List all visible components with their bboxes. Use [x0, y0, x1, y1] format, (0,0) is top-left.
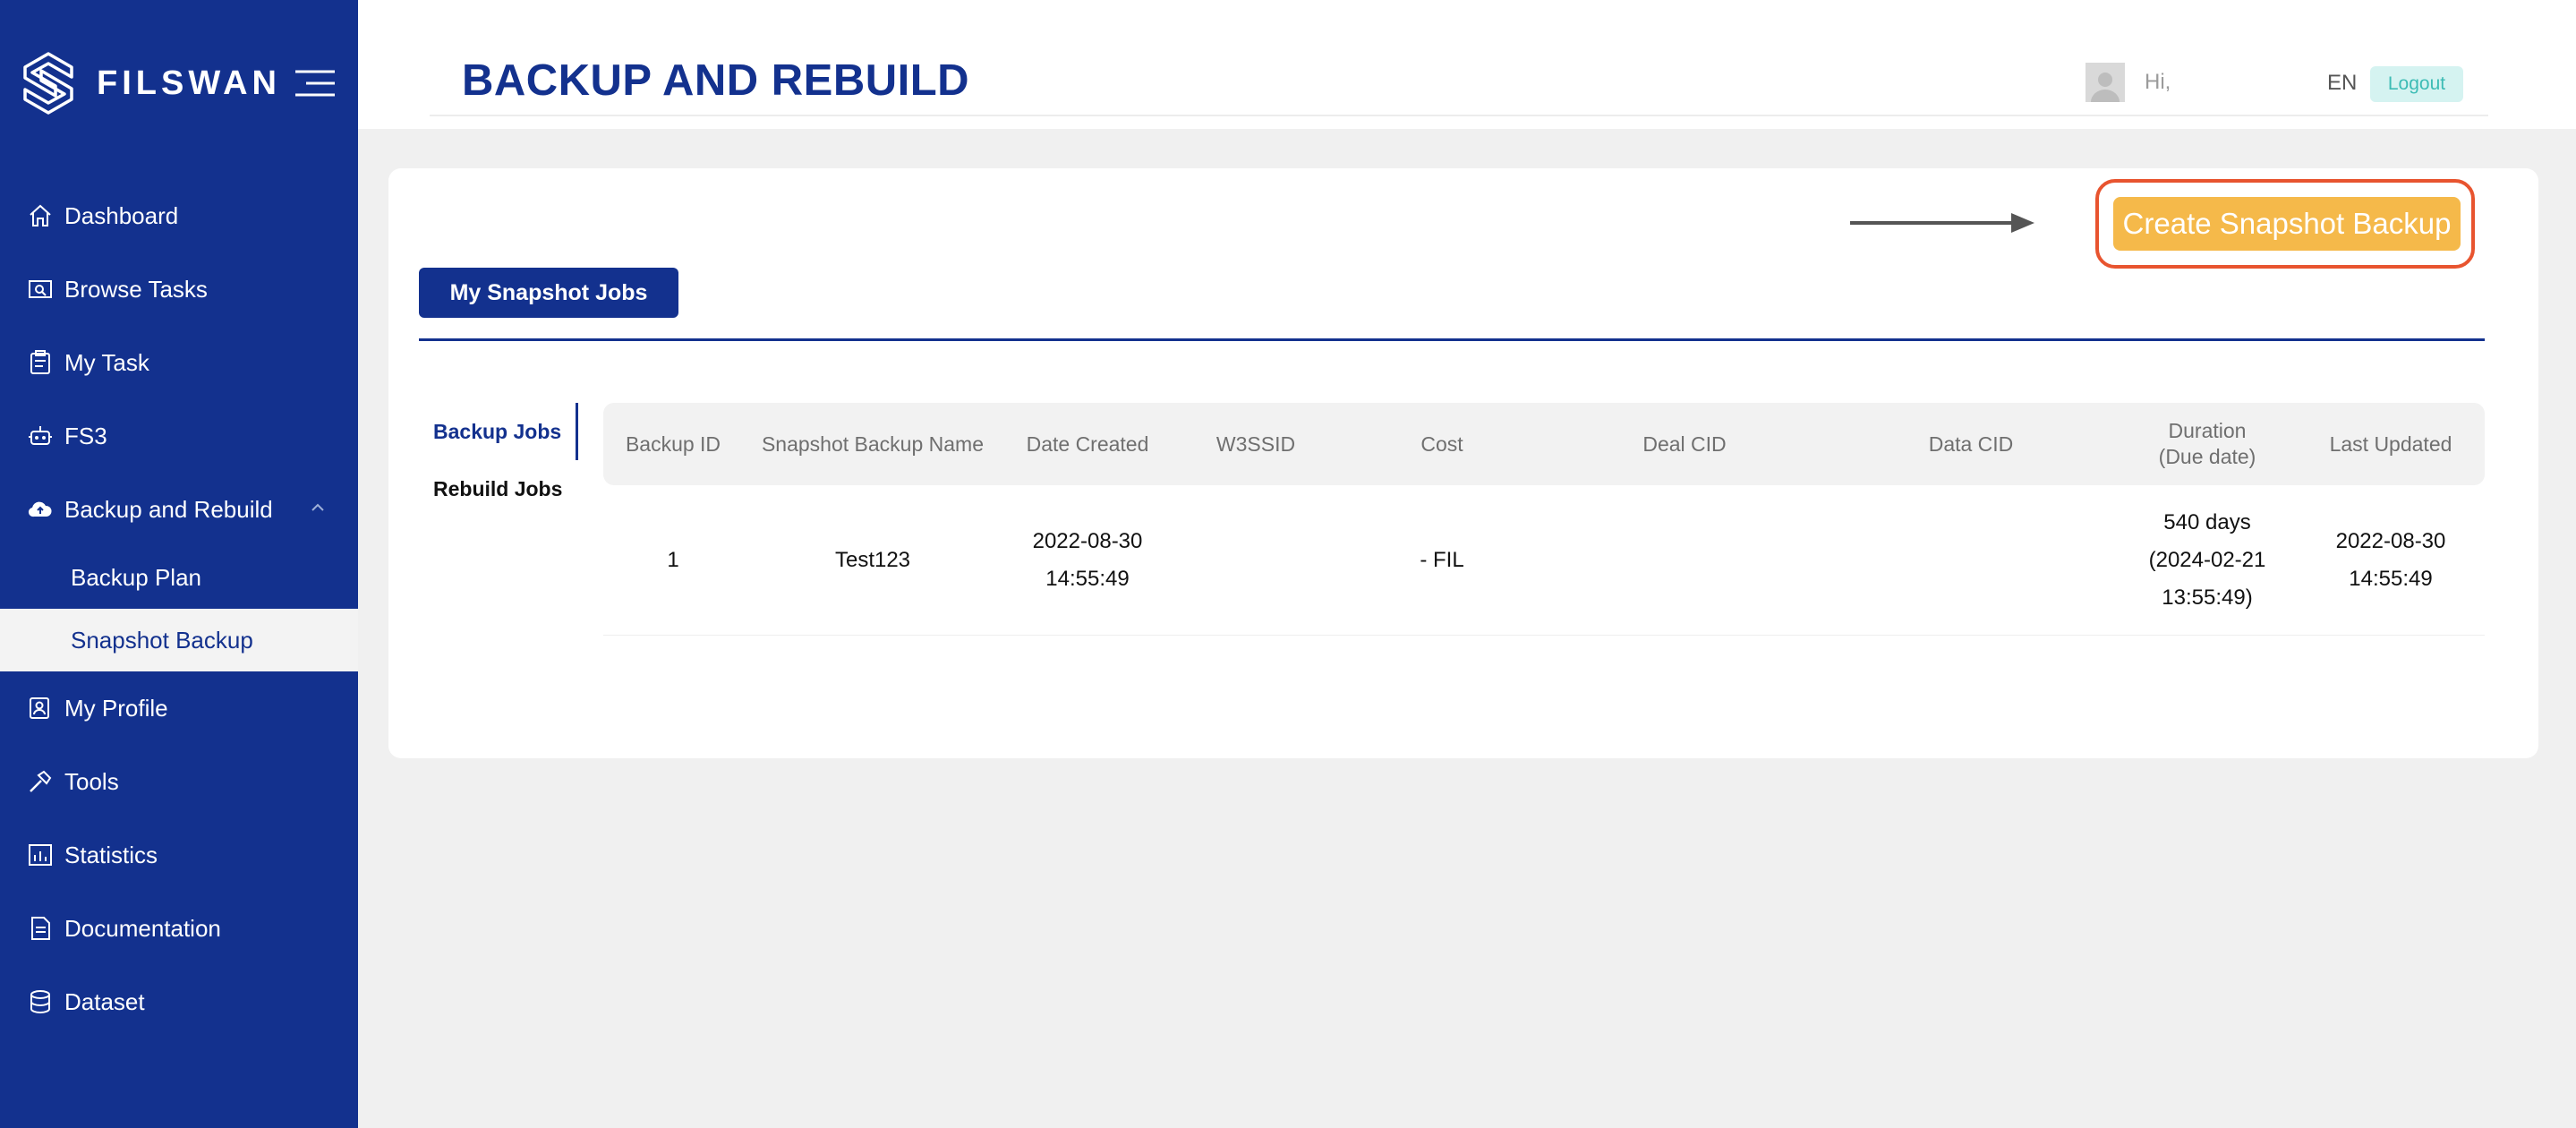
- sidebar-item-statistics[interactable]: Statistics: [0, 818, 358, 892]
- duration-header-line2: (Due date): [2158, 445, 2256, 468]
- arrow-right-icon: [1850, 213, 2034, 233]
- user-greeting: Hi,: [2145, 70, 2171, 94]
- cell-name: Test123: [834, 547, 911, 572]
- tab-backup-jobs[interactable]: Backup Jobs: [419, 403, 578, 460]
- column-header-deal-cid: Deal CID: [1642, 432, 1727, 456]
- sidebar-item-label: Backup and Rebuild: [64, 495, 273, 523]
- brand-name: FILSWAN: [97, 64, 281, 102]
- create-button-highlight: Create Snapshot Backup: [2095, 179, 2475, 269]
- hammer-icon: [27, 768, 54, 795]
- sidebar-item-dashboard[interactable]: Dashboard: [0, 179, 358, 252]
- sidebar: FILSWAN Dashboard Browse Tasks My Task F…: [0, 0, 358, 1128]
- snapshot-jobs-table: Backup ID Snapshot Backup Name Date Crea…: [603, 403, 2485, 636]
- cell-date-created-date: 2022-08-30: [1032, 528, 1143, 553]
- cell-duration: 540 days (2024-02-21 13:55:49): [2118, 504, 2297, 617]
- cell-backup-id: 1: [667, 547, 679, 572]
- table-row[interactable]: 1 Test123 2022-08-30 14:55:49 - FIL 540 …: [603, 485, 2485, 636]
- sidebar-subitem-label: Backup Plan: [71, 563, 201, 591]
- create-snapshot-backup-button[interactable]: Create Snapshot Backup: [2113, 197, 2461, 251]
- sidebar-item-label: Browse Tasks: [64, 275, 208, 303]
- avatar[interactable]: [2086, 63, 2125, 102]
- column-header-name: Snapshot Backup Name: [761, 432, 985, 456]
- sidebar-item-browse-tasks[interactable]: Browse Tasks: [0, 252, 358, 326]
- sidebar-item-label: Tools: [64, 767, 119, 795]
- cell-last-updated-date: 2022-08-30: [2335, 528, 2446, 553]
- column-header-last-updated: Last Updated: [2329, 432, 2452, 456]
- database-icon: [27, 988, 54, 1015]
- duration-header-line1: Duration: [2168, 419, 2247, 442]
- column-header-cost: Cost: [1420, 432, 1463, 456]
- sidebar-nav: Dashboard Browse Tasks My Task FS3 Backu…: [0, 179, 358, 1038]
- sidebar-item-tools[interactable]: Tools: [0, 745, 358, 818]
- cell-cost: - FIL: [1420, 547, 1464, 572]
- header-divider: [430, 115, 2488, 116]
- sidebar-item-label: Statistics: [64, 841, 158, 868]
- cloud-upload-icon: [27, 496, 54, 523]
- cell-duration-days: 540 days: [2163, 509, 2251, 534]
- job-type-tabs: Backup Jobs Rebuild Jobs: [419, 403, 578, 517]
- cell-date-created-time: 14:55:49: [1045, 566, 1130, 591]
- cell-duration-due-time: 13:55:49): [2162, 585, 2253, 610]
- sidebar-item-documentation[interactable]: Documentation: [0, 892, 358, 965]
- home-icon: [27, 202, 54, 229]
- chevron-up-icon: [311, 503, 324, 511]
- sidebar-subitem-snapshot-backup[interactable]: Snapshot Backup: [0, 609, 358, 671]
- sidebar-item-label: Dataset: [64, 987, 145, 1015]
- logout-button[interactable]: Logout: [2370, 66, 2463, 102]
- column-header-date-created: Date Created: [1026, 432, 1149, 456]
- sidebar-item-label: Documentation: [64, 914, 221, 942]
- column-header-w3ssid: W3SSID: [1215, 432, 1296, 456]
- menu-toggle-icon[interactable]: [294, 68, 337, 98]
- sidebar-item-label: My Profile: [64, 694, 168, 722]
- column-header-backup-id: Backup ID: [625, 432, 721, 456]
- cell-date-created: 2022-08-30 14:55:49: [1002, 523, 1173, 598]
- cell-duration-due-date: (2024-02-21: [2148, 547, 2266, 572]
- sidebar-item-dataset[interactable]: Dataset: [0, 965, 358, 1038]
- tab-my-snapshot-jobs[interactable]: My Snapshot Jobs: [419, 268, 678, 318]
- clipboard-icon: [27, 349, 54, 376]
- sidebar-item-my-profile[interactable]: My Profile: [0, 671, 358, 745]
- sidebar-item-my-task[interactable]: My Task: [0, 326, 358, 399]
- column-header-data-cid: Data CID: [1928, 432, 2014, 456]
- cell-last-updated: 2022-08-30 14:55:49: [2297, 523, 2485, 598]
- main-card: Create Snapshot Backup My Snapshot Jobs …: [388, 168, 2538, 758]
- document-icon: [27, 915, 54, 942]
- language-switch[interactable]: EN: [2327, 71, 2357, 96]
- tab-underline: [419, 338, 2485, 341]
- robot-icon: [27, 423, 54, 449]
- browse-icon: [27, 276, 54, 303]
- sidebar-item-label: My Task: [64, 348, 149, 376]
- sidebar-item-label: FS3: [64, 422, 107, 449]
- filswan-logo-icon: [23, 52, 73, 115]
- user-icon: [2091, 73, 2120, 102]
- sidebar-subitem-backup-plan[interactable]: Backup Plan: [0, 546, 358, 609]
- tab-rebuild-jobs[interactable]: Rebuild Jobs: [419, 460, 578, 517]
- table-header: Backup ID Snapshot Backup Name Date Crea…: [603, 403, 2485, 485]
- column-header-duration: Duration (Due date): [2118, 418, 2297, 470]
- sidebar-item-label: Dashboard: [64, 201, 179, 229]
- page-title: BACKUP AND REBUILD: [462, 56, 970, 105]
- sidebar-item-backup-and-rebuild[interactable]: Backup and Rebuild: [0, 473, 358, 546]
- sidebar-item-fs3[interactable]: FS3: [0, 399, 358, 473]
- cell-last-updated-time: 14:55:49: [2349, 566, 2433, 591]
- header: BACKUP AND REBUILD Hi, EN Logout: [358, 0, 2576, 129]
- chart-icon: [27, 842, 54, 868]
- sidebar-subitem-label: Snapshot Backup: [71, 626, 253, 654]
- profile-icon: [27, 695, 54, 722]
